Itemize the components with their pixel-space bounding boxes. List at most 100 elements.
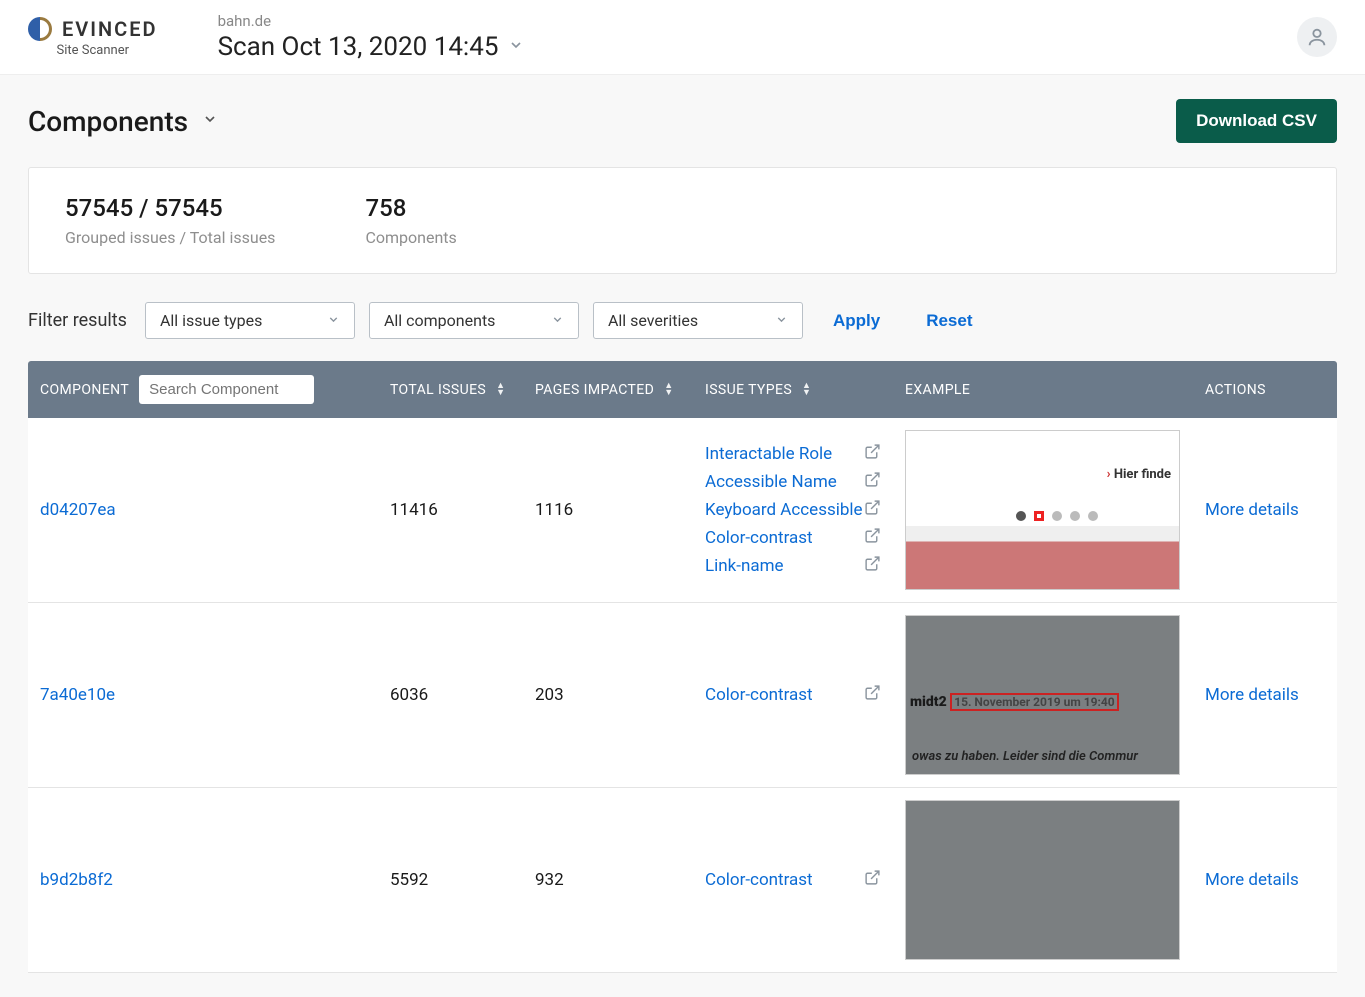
stat-components: 758 Components [365,194,456,247]
cell-example: midt2 15. November 2019 um 19:40owas zu … [893,603,1193,787]
cell-component: d04207ea [28,418,378,602]
issue-type-row: Keyboard Accessible [705,499,881,521]
cell-actions: More details [1193,603,1337,787]
scan-selector[interactable]: Scan Oct 13, 2020 14:45 [218,32,525,62]
scan-title: Scan Oct 13, 2020 14:45 [218,32,499,62]
cell-issue-types: Color-contrast [693,788,893,972]
chevron-down-icon [508,37,524,57]
stats-panel: 57545 / 57545 Grouped issues / Total iss… [28,167,1337,274]
th-component: COMPONENT [28,361,378,418]
th-pages-impacted[interactable]: PAGES IMPACTED ▲▼ [523,368,693,412]
cell-total-issues: 11416 [378,418,523,602]
issue-type-link[interactable]: Color-contrast [705,528,813,548]
page-title-selector[interactable]: Components [28,105,218,138]
cell-actions: More details [1193,788,1337,972]
user-icon [1306,26,1328,48]
issue-type-row: Link-name [705,555,881,577]
component-link[interactable]: 7a40e10e [40,685,115,705]
page-title-row: Components Download CSV [28,99,1337,143]
more-details-link[interactable]: More details [1205,870,1299,890]
filter-label: Filter results [28,310,127,331]
table-row: d04207ea 114161116 Interactable Role Access… [28,418,1337,603]
cell-example [893,788,1193,972]
stat-value: 758 [365,194,456,222]
th-example: EXAMPLE [893,368,1193,412]
th-actions: ACTIONS [1193,368,1337,412]
table-row: 7a40e10e 6036203 Color-contrast midt2 15. N… [28,603,1337,788]
more-details-link[interactable]: More details [1205,500,1299,520]
cell-pages-impacted: 932 [523,788,693,972]
filter-severities[interactable]: All severities [593,302,803,339]
issue-type-link[interactable]: Interactable Role [705,444,832,464]
table-body: d04207ea 114161116 Interactable Role Access… [28,418,1337,973]
cell-actions: More details [1193,418,1337,602]
issue-type-row: Color-contrast [705,684,881,706]
issue-type-row: Interactable Role [705,443,881,465]
th-issue-types[interactable]: ISSUE TYPES ▲▼ [693,368,893,412]
cell-pages-impacted: 1116 [523,418,693,602]
download-csv-button[interactable]: Download CSV [1176,99,1337,143]
issue-type-row: Color-contrast [705,869,881,891]
chevron-down-icon [551,311,564,330]
example-thumbnail[interactable] [905,800,1180,960]
cell-issue-types: Color-contrast [693,603,893,787]
cell-total-issues: 5592 [378,788,523,972]
component-link[interactable]: d04207ea [40,500,116,520]
cell-issue-types: Interactable Role Accessible Name Keyboard… [693,418,893,602]
external-link-icon[interactable] [864,527,881,549]
filter-value: All issue types [160,311,262,330]
profile-button[interactable] [1297,17,1337,57]
app-header: EVINCED Site Scanner bahn.de Scan Oct 13… [0,0,1365,75]
more-details-link[interactable]: More details [1205,685,1299,705]
cell-example: Hier finde [893,418,1193,602]
filter-value: All severities [608,311,698,330]
th-total-issues[interactable]: TOTAL ISSUES ▲▼ [378,368,523,412]
logo-icon [28,17,52,41]
issue-type-link[interactable]: Color-contrast [705,870,813,890]
component-link[interactable]: b9d2b8f2 [40,870,113,890]
issue-type-link[interactable]: Accessible Name [705,472,837,492]
external-link-icon[interactable] [864,499,881,521]
sort-icon: ▲▼ [496,383,505,397]
scan-domain: bahn.de [218,12,525,30]
external-link-icon[interactable] [864,684,881,706]
issue-type-link[interactable]: Keyboard Accessible [705,500,863,520]
chevron-down-icon [202,111,218,131]
cell-pages-impacted: 203 [523,603,693,787]
external-link-icon[interactable] [864,869,881,891]
scan-selector-block: bahn.de Scan Oct 13, 2020 14:45 [218,12,525,62]
example-thumbnail[interactable]: midt2 15. November 2019 um 19:40owas zu … [905,615,1180,775]
stat-label: Components [365,228,456,247]
page-title: Components [28,105,188,138]
stat-grouped-issues: 57545 / 57545 Grouped issues / Total iss… [65,194,275,247]
issue-type-link[interactable]: Link-name [705,556,784,576]
brand-logo[interactable]: EVINCED [28,17,158,41]
sort-icon: ▲▼ [664,383,673,397]
issue-type-row: Color-contrast [705,527,881,549]
table-header: COMPONENT TOTAL ISSUES ▲▼ PAGES IMPACTED… [28,361,1337,418]
stat-label: Grouped issues / Total issues [65,228,275,247]
issue-type-link[interactable]: Color-contrast [705,685,813,705]
brand-block: EVINCED Site Scanner [28,17,158,58]
filter-components[interactable]: All components [369,302,579,339]
search-component-input[interactable] [139,375,314,404]
cell-total-issues: 6036 [378,603,523,787]
issue-type-row: Accessible Name [705,471,881,493]
brand-name: EVINCED [62,17,158,41]
cell-component: b9d2b8f2 [28,788,378,972]
external-link-icon[interactable] [864,555,881,577]
filter-issue-types[interactable]: All issue types [145,302,355,339]
external-link-icon[interactable] [864,443,881,465]
cell-component: 7a40e10e [28,603,378,787]
chevron-down-icon [327,311,340,330]
apply-filters-button[interactable]: Apply [817,303,896,339]
external-link-icon[interactable] [864,471,881,493]
reset-filters-button[interactable]: Reset [910,303,988,339]
filter-value: All components [384,311,495,330]
table-row: b9d2b8f2 5592932 Color-contrast More detail… [28,788,1337,973]
chevron-down-icon [775,311,788,330]
filter-row: Filter results All issue types All compo… [28,302,1337,339]
sort-icon: ▲▼ [802,383,811,397]
example-thumbnail[interactable]: Hier finde [905,430,1180,590]
brand-subtitle: Site Scanner [57,43,130,58]
